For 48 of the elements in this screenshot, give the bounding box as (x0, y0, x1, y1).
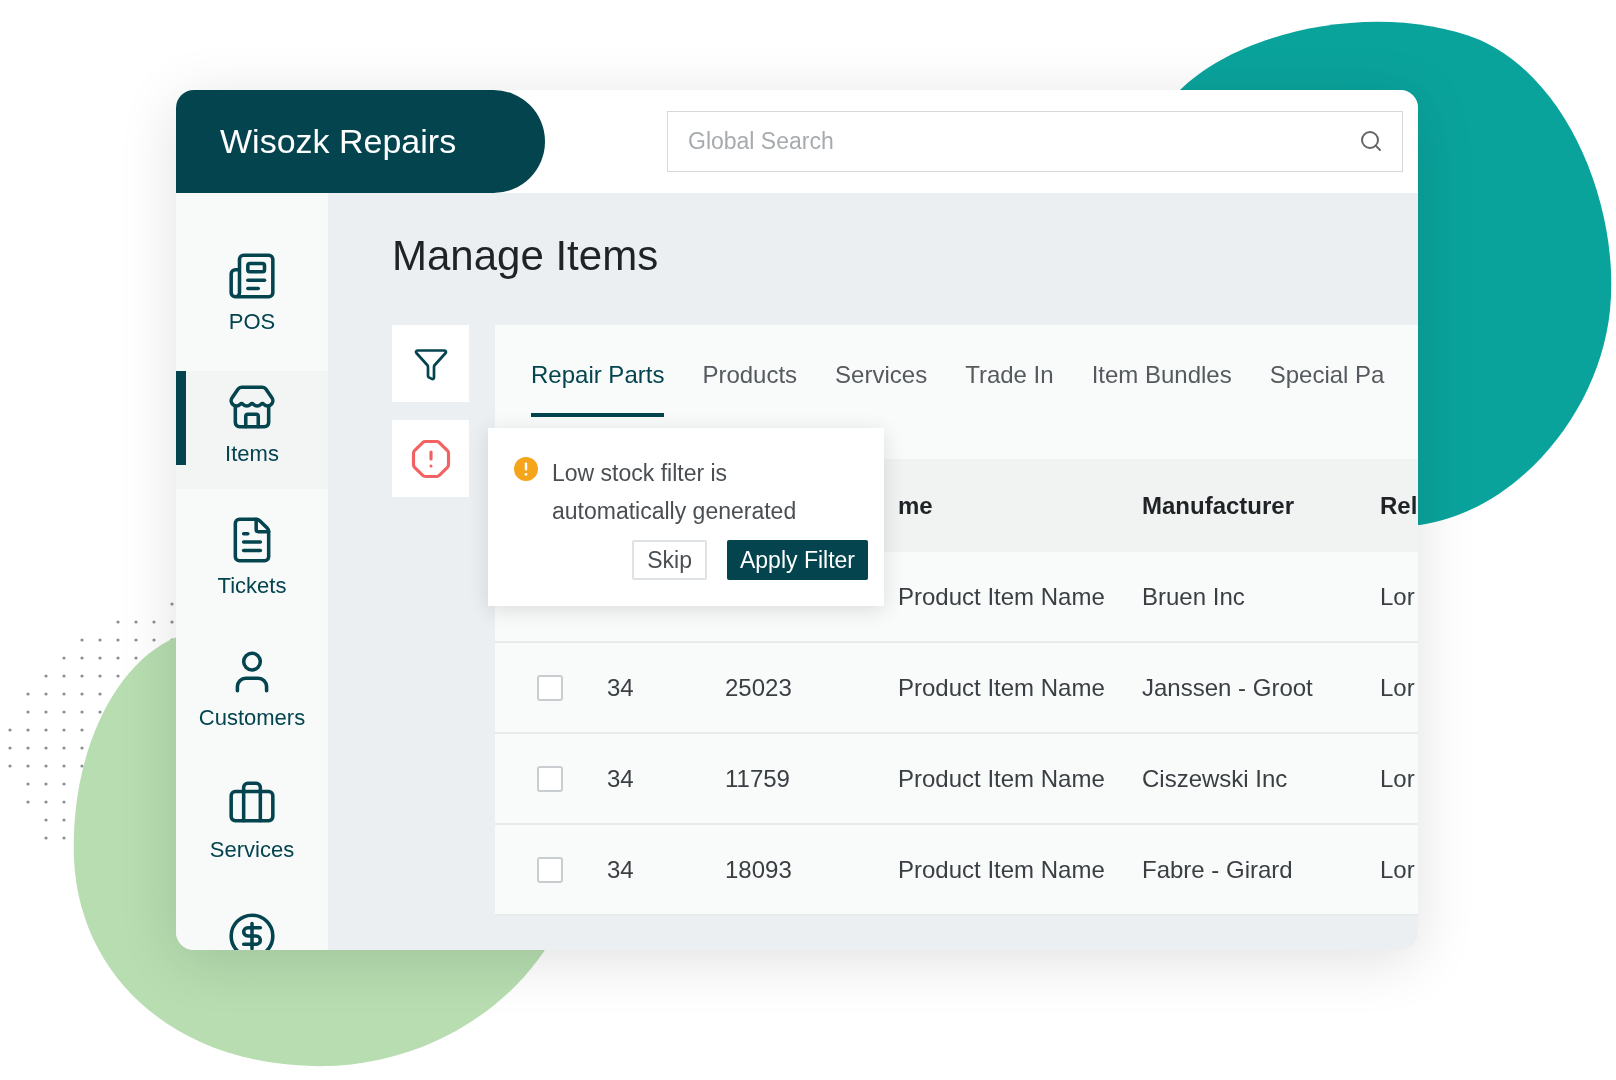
table-cell: 34 (607, 764, 634, 792)
row-checkbox[interactable] (537, 765, 563, 792)
tab[interactable]: Repair Parts (531, 357, 665, 417)
page-title: Manage Items (392, 235, 660, 281)
table-cell: Bruen Inc (1142, 582, 1245, 610)
alert-icon (409, 437, 452, 480)
column-header: Manufacturer (1142, 491, 1295, 519)
row-checkbox[interactable] (537, 856, 563, 883)
table-cell: Product Item Name (898, 582, 1105, 610)
popover-message: Low stock filter is automatically generated (552, 459, 798, 526)
search-field[interactable]: Global Search (667, 111, 1403, 172)
filter-button[interactable] (392, 325, 469, 402)
sidebar-item[interactable]: Services (176, 767, 328, 885)
table-cell: 34 (607, 673, 634, 701)
table-cell: 25023 (725, 673, 792, 701)
sidebar-item[interactable]: Tickets (176, 503, 328, 621)
table-cell: Product Item Name (898, 673, 1105, 701)
dollar-icon (227, 911, 277, 950)
table-cell: 18093 (725, 855, 792, 883)
skip-button[interactable]: Skip (632, 540, 707, 580)
sidebar-item[interactable]: Customers (176, 635, 328, 753)
sidebar-item[interactable]: POS (176, 239, 328, 357)
tab[interactable]: Services (835, 357, 928, 417)
tab[interactable]: Item Bundles (1091, 357, 1232, 417)
tab[interactable]: Products (702, 357, 798, 417)
table-cell: Lor (1380, 582, 1415, 610)
warning-icon (514, 457, 538, 481)
table-cell: Lor (1380, 764, 1415, 792)
search-icon[interactable] (1359, 129, 1383, 153)
table-cell: 11759 (725, 764, 790, 792)
table-cell: 34 (607, 855, 634, 883)
table-cell: Lor (1380, 855, 1415, 883)
alert-button[interactable] (392, 420, 469, 497)
table-cell: Ciszewski Inc (1142, 764, 1288, 792)
column-header: me (898, 491, 933, 519)
newspaper-icon (227, 251, 277, 301)
table-cell: Fabre - Girard (1142, 855, 1293, 883)
row-checkbox[interactable] (537, 674, 563, 701)
table-cell: Janssen - Groot (1142, 673, 1313, 701)
table-cell: Product Item Name (898, 764, 1105, 792)
column-header: Rel (1380, 491, 1418, 519)
sidebar-item[interactable]: Items (176, 371, 328, 489)
tab[interactable]: Trade In (965, 357, 1054, 417)
apply-button[interactable]: Apply Filter (726, 540, 868, 580)
table-cell: Lor (1380, 673, 1415, 701)
tab[interactable]: Special Pa (1269, 357, 1385, 417)
table-cell: Product Item Name (898, 855, 1105, 883)
brand-name: Wisozk Repairs (220, 121, 457, 162)
